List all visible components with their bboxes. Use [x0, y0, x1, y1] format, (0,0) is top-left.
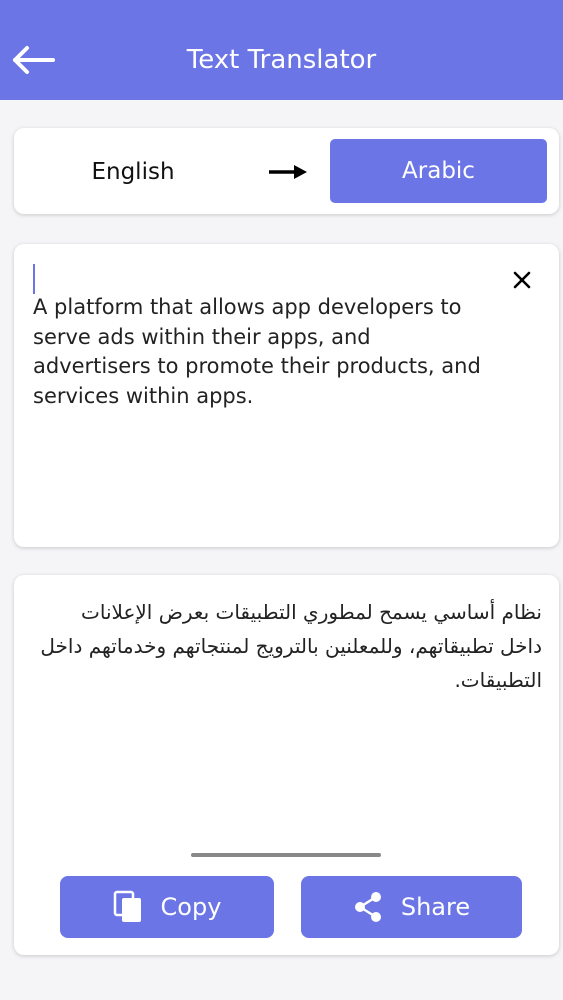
- swap-languages-button[interactable]: [266, 154, 310, 190]
- input-card: A platform that allows app developers to…: [14, 244, 559, 547]
- copy-icon: [113, 890, 143, 924]
- clear-input-button[interactable]: [510, 268, 534, 292]
- text-cursor: [33, 264, 35, 294]
- close-icon: [513, 271, 531, 289]
- divider: [191, 853, 381, 857]
- output-card: نظام أساسي يسمح لمطوري التطبيقات بعرض ال…: [14, 575, 559, 955]
- translated-text: نظام أساسي يسمح لمطوري التطبيقات بعرض ال…: [40, 600, 542, 692]
- input-text-area[interactable]: A platform that allows app developers to…: [33, 293, 493, 411]
- copy-label: Copy: [160, 893, 222, 921]
- app-bar: Text Translator: [0, 0, 563, 100]
- share-button[interactable]: Share: [301, 876, 522, 938]
- language-selector: English Arabic: [14, 128, 559, 214]
- page-title: Text Translator: [186, 45, 377, 75]
- share-icon: [353, 891, 383, 923]
- source-language-button[interactable]: English: [48, 150, 218, 194]
- share-label: Share: [400, 893, 471, 921]
- copy-button[interactable]: Copy: [60, 876, 274, 938]
- arrow-right-icon: [269, 165, 307, 179]
- target-language-button[interactable]: Arabic: [330, 139, 547, 203]
